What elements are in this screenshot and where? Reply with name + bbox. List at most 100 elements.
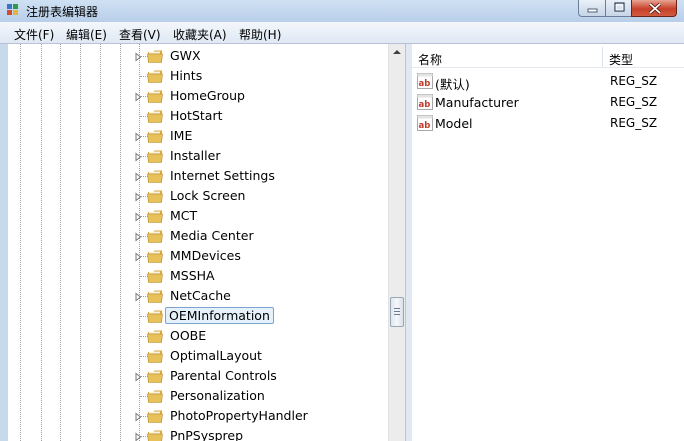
tree-node[interactable]: IME (8, 126, 388, 146)
folder-icon (146, 208, 164, 224)
tree-node[interactable]: PhotoPropertyHandler (8, 406, 388, 426)
value-name: Manufacturer (435, 95, 519, 110)
tree-node[interactable]: HomeGroup (8, 86, 388, 106)
expand-arrow-icon[interactable] (133, 191, 143, 202)
folder-icon (146, 288, 164, 304)
tree-node-label[interactable]: OEMInformation (165, 307, 274, 324)
folder-icon (146, 88, 164, 104)
registry-value-row[interactable]: ab Model REG_SZ (412, 113, 684, 133)
folder-icon (146, 48, 164, 64)
tree-node[interactable]: Parental Controls (8, 366, 388, 386)
value-type: REG_SZ (610, 95, 658, 109)
value-name: (默认) (435, 77, 470, 92)
tree-node[interactable]: MSSHA (8, 266, 388, 286)
tree-node-label[interactable]: MMDevices (167, 248, 244, 263)
tree-node-label[interactable]: MCT (167, 208, 200, 223)
folder-icon (146, 268, 164, 284)
tree-node[interactable]: OOBE (8, 326, 388, 346)
list-header: 名称 类型 (412, 46, 684, 68)
expand-arrow-icon[interactable] (133, 431, 143, 441)
svg-text:ab: ab (419, 79, 431, 89)
values-list[interactable]: 名称 类型 ab (默认) REG_SZ ab Manufacturer REG_SZ ab… (412, 44, 684, 441)
tree-node-label[interactable]: Hints (167, 68, 205, 83)
menu-view[interactable]: 查看(V) (119, 26, 161, 43)
maximize-button[interactable] (605, 0, 632, 17)
reg-string-value-icon: ab (417, 115, 433, 131)
close-icon (648, 2, 662, 15)
tree-node-label[interactable]: MSSHA (167, 268, 218, 283)
expand-arrow-icon[interactable] (133, 371, 143, 382)
menu-edit[interactable]: 编辑(E) (66, 26, 107, 43)
registry-value-row[interactable]: ab (默认) REG_SZ (412, 71, 684, 92)
tree-node-label[interactable]: OptimalLayout (167, 348, 265, 363)
tree-node-label[interactable]: NetCache (167, 288, 234, 303)
tree-node[interactable]: Media Center (8, 226, 388, 246)
tree-node-label[interactable]: Internet Settings (167, 168, 278, 183)
grip-line (394, 308, 400, 309)
expand-arrow-icon[interactable] (133, 171, 143, 182)
folder-icon (146, 328, 164, 344)
tree-node-label[interactable]: OOBE (167, 328, 209, 343)
registry-tree[interactable]: GWX Hints HomeGroup HotStart IME Installer Int… (8, 44, 406, 441)
tree-node[interactable]: GWX (8, 46, 388, 66)
tree-node-label[interactable]: Media Center (167, 228, 257, 243)
expand-arrow-icon[interactable] (133, 91, 143, 102)
close-button[interactable] (631, 0, 677, 17)
folder-icon (146, 428, 164, 441)
tree-node-label[interactable]: HomeGroup (167, 88, 248, 103)
tree-node[interactable]: HotStart (8, 106, 388, 126)
pane-splitter[interactable] (405, 44, 412, 441)
expand-arrow-icon[interactable] (133, 231, 143, 242)
tree-node-label[interactable]: HotStart (167, 108, 225, 123)
tree-node[interactable]: Installer (8, 146, 388, 166)
expand-arrow-icon[interactable] (133, 151, 143, 162)
expand-arrow-icon[interactable] (133, 131, 143, 142)
tree-node[interactable]: Lock Screen (8, 186, 388, 206)
tree-node[interactable]: OEMInformation (8, 306, 388, 326)
tree-node[interactable]: MMDevices (8, 246, 388, 266)
folder-icon (146, 308, 164, 324)
column-header-type[interactable]: 类型 (609, 51, 633, 68)
folder-icon (146, 128, 164, 144)
scroll-thumb[interactable] (390, 297, 404, 327)
scroll-up-arrow-icon[interactable] (390, 45, 404, 60)
expand-arrow-icon[interactable] (133, 411, 143, 422)
minimize-icon (587, 8, 598, 13)
folder-icon (146, 108, 164, 124)
tree-node[interactable]: OptimalLayout (8, 346, 388, 366)
tree-node[interactable]: PnPSysprep (8, 426, 388, 441)
menu-help[interactable]: 帮助(H) (239, 26, 281, 43)
menu-favorites[interactable]: 收藏夹(A) (173, 26, 227, 43)
title-bar[interactable]: 注册表编辑器 (0, 0, 684, 22)
folder-icon (146, 348, 164, 364)
value-name: Model (435, 116, 473, 131)
expand-arrow-icon[interactable] (133, 51, 143, 62)
expand-arrow-icon[interactable] (133, 211, 143, 222)
menu-file[interactable]: 文件(F) (14, 26, 54, 43)
minimize-button[interactable] (578, 0, 606, 17)
window-title: 注册表编辑器 (26, 5, 99, 19)
tree-node-label[interactable]: Installer (167, 148, 223, 163)
regedit-icon (7, 4, 18, 15)
tree-node-label[interactable]: PnPSysprep (167, 428, 246, 441)
column-divider[interactable] (602, 47, 603, 67)
tree-node[interactable]: Hints (8, 66, 388, 86)
tree-node[interactable]: Personalization (8, 386, 388, 406)
tree-node-label[interactable]: GWX (167, 48, 204, 63)
expand-arrow-icon[interactable] (133, 251, 143, 262)
expand-arrow-icon[interactable] (133, 291, 143, 302)
tree-node[interactable]: MCT (8, 206, 388, 226)
folder-icon (146, 408, 164, 424)
tree-node-label[interactable]: PhotoPropertyHandler (167, 408, 311, 423)
tree-node-label[interactable]: Parental Controls (167, 368, 280, 383)
column-header-name[interactable]: 名称 (418, 51, 442, 68)
tree-scrollbar[interactable] (388, 44, 405, 441)
tree-node-label[interactable]: Lock Screen (167, 188, 248, 203)
folder-icon (146, 148, 164, 164)
registry-value-row[interactable]: ab Manufacturer REG_SZ (412, 92, 684, 112)
tree-node[interactable]: Internet Settings (8, 166, 388, 186)
tree-node-label[interactable]: IME (167, 128, 195, 143)
tree-node-label[interactable]: Personalization (167, 388, 268, 403)
tree-node[interactable]: NetCache (8, 286, 388, 306)
folder-icon (146, 248, 164, 264)
